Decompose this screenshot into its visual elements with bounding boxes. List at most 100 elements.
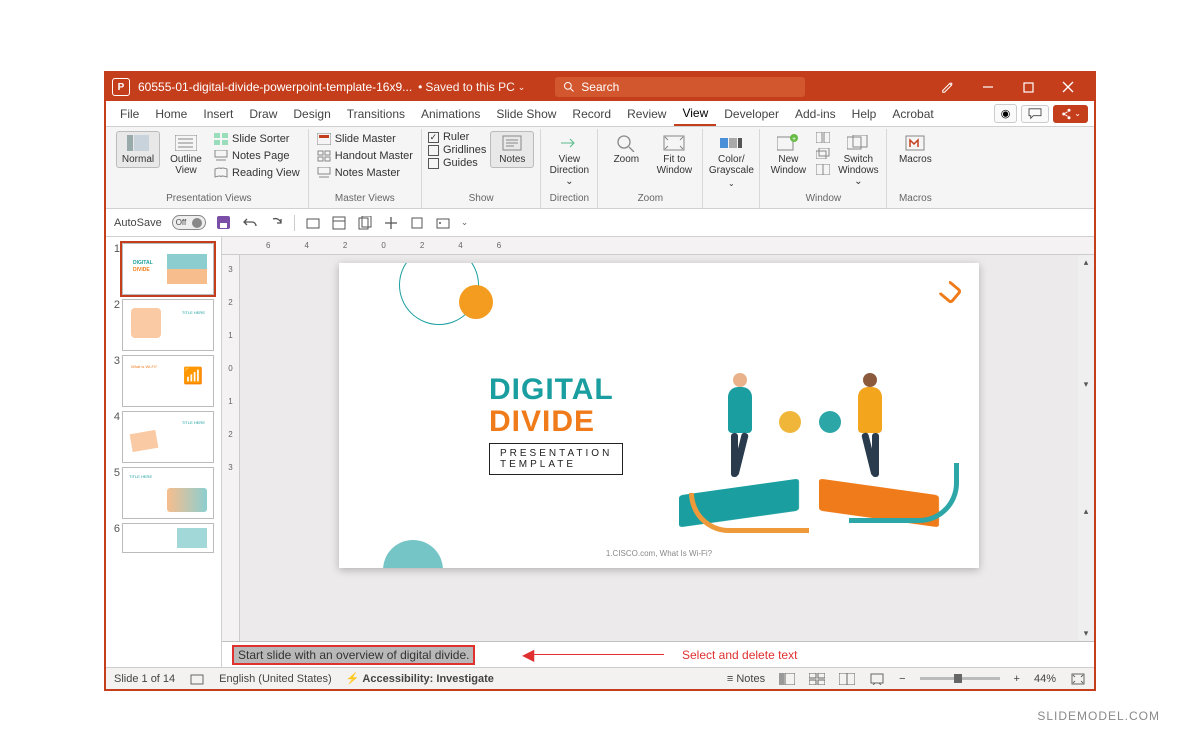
macros-button[interactable]: Macros — [893, 131, 937, 168]
notes-text[interactable]: Start slide with an overview of digital … — [232, 645, 475, 665]
comments-button[interactable] — [1021, 105, 1049, 123]
slide-title-1[interactable]: DIGITAL — [489, 373, 614, 407]
search-icon — [563, 81, 575, 93]
tab-review[interactable]: Review — [619, 101, 674, 126]
thumb-4[interactable]: TITLE HERE — [122, 411, 214, 463]
search-box[interactable]: Search — [555, 77, 805, 97]
reading-view-icon[interactable] — [839, 672, 855, 686]
save-status[interactable]: • Saved to this PC ⌄ — [418, 80, 525, 94]
thumb-6[interactable] — [122, 523, 214, 553]
normal-view-icon[interactable] — [779, 672, 795, 686]
thumbnail-pane[interactable]: 1DIGITALDIVIDE 2TITLE HERE 3What is Wi-F… — [106, 237, 222, 667]
zoom-button[interactable]: Zoom — [604, 131, 648, 168]
autosave-label: AutoSave — [114, 217, 162, 229]
move-split-button[interactable] — [814, 163, 832, 176]
slide-sorter-button[interactable]: Slide Sorter — [212, 131, 302, 147]
notes-master-button[interactable]: Notes Master — [315, 165, 415, 181]
redo-icon[interactable] — [268, 215, 284, 231]
qat-icon-3[interactable] — [357, 215, 373, 231]
person-left — [719, 373, 761, 483]
group-show: Show — [428, 192, 534, 206]
title-bar: P 60555-01-digital-divide-powerpoint-tem… — [106, 73, 1094, 101]
autosave-toggle[interactable]: Off — [172, 215, 206, 230]
vertical-scrollbar[interactable]: ▴▾▴▾ — [1078, 255, 1094, 641]
ruler-checkbox[interactable]: ✓Ruler — [428, 131, 486, 143]
tab-record[interactable]: Record — [564, 101, 619, 126]
group-direction: Direction — [547, 192, 591, 206]
slide-master-button[interactable]: Slide Master — [315, 131, 415, 147]
thumb-5[interactable]: TITLE HERE — [122, 467, 214, 519]
group-window: Window — [766, 192, 880, 206]
slide-subtitle[interactable]: PRESENTATIONTEMPLATE — [489, 443, 623, 475]
view-direction-button[interactable]: View Direction ⌄ — [547, 131, 591, 190]
slide-counter[interactable]: Slide 1 of 14 — [114, 673, 175, 685]
save-icon[interactable] — [216, 215, 232, 231]
notes-toggle[interactable]: ≡ Notes — [727, 673, 765, 685]
normal-view-button[interactable]: Normal — [116, 131, 160, 168]
tab-addins[interactable]: Add-ins — [787, 101, 844, 126]
sorter-view-icon[interactable] — [809, 672, 825, 686]
thumb-2[interactable]: TITLE HERE — [122, 299, 214, 351]
slide-1[interactable]: DIGITAL DIVIDE PRESENTATIONTEMPLATE 1.CI… — [339, 263, 979, 568]
tab-draw[interactable]: Draw — [241, 101, 285, 126]
thumb-3[interactable]: What is Wi-Fi?📶 — [122, 355, 214, 407]
slide-title-2[interactable]: DIVIDE — [489, 405, 595, 439]
guides-checkbox[interactable]: Guides — [428, 157, 486, 169]
horizontal-ruler: 6420246 — [222, 237, 1094, 255]
language-status[interactable]: English (United States) — [219, 673, 332, 685]
tab-file[interactable]: File — [112, 101, 147, 126]
tab-home[interactable]: Home — [147, 101, 195, 126]
undo-icon[interactable] — [242, 215, 258, 231]
annotation-arrow: ◀ — [522, 645, 664, 665]
qat-icon-5[interactable] — [409, 215, 425, 231]
notes-pane[interactable]: Start slide with an overview of digital … — [222, 641, 1094, 667]
zoom-slider[interactable] — [920, 677, 1000, 680]
handout-master-button[interactable]: Handout Master — [315, 148, 415, 164]
quick-access-toolbar: AutoSave Off ⌄ — [106, 209, 1094, 237]
share-button[interactable]: ⌄ — [1053, 105, 1088, 123]
close-button[interactable] — [1048, 73, 1088, 101]
qat-icon-6[interactable] — [435, 215, 451, 231]
qat-icon-2[interactable] — [331, 215, 347, 231]
slide-canvas[interactable]: DIGITAL DIVIDE PRESENTATIONTEMPLATE 1.CI… — [240, 255, 1078, 641]
thumb-1[interactable]: DIGITALDIVIDE — [122, 243, 214, 295]
maximize-button[interactable] — [1008, 73, 1048, 101]
powerpoint-icon: P — [112, 78, 130, 96]
fit-window-button[interactable]: Fit to Window — [652, 131, 696, 179]
spellcheck-icon[interactable] — [189, 672, 205, 686]
outline-view-button[interactable]: Outline View — [164, 131, 208, 179]
tab-developer[interactable]: Developer — [716, 101, 787, 126]
zoom-out[interactable]: − — [899, 673, 905, 685]
tab-design[interactable]: Design — [285, 101, 338, 126]
tab-help[interactable]: Help — [844, 101, 885, 126]
arrange-all-button[interactable] — [814, 131, 832, 144]
qat-icon-4[interactable] — [383, 215, 399, 231]
tab-transitions[interactable]: Transitions — [339, 101, 413, 126]
color-grayscale-button[interactable]: Color/ Grayscale⌄ — [709, 131, 753, 192]
record-indicator-button[interactable]: ◉ — [994, 104, 1018, 123]
reading-view-button[interactable]: Reading View — [212, 165, 302, 181]
pen-icon[interactable] — [928, 73, 968, 101]
slideshow-icon[interactable] — [869, 672, 885, 686]
zoom-level[interactable]: 44% — [1034, 673, 1056, 685]
qat-overflow[interactable]: ⌄ — [461, 217, 469, 228]
tab-insert[interactable]: Insert — [195, 101, 241, 126]
minimize-button[interactable] — [968, 73, 1008, 101]
plug-orange — [779, 411, 801, 433]
notes-button[interactable]: Notes — [490, 131, 534, 168]
switch-windows-button[interactable]: Switch Windows ⌄ — [836, 131, 880, 190]
notes-page-button[interactable]: Notes Page — [212, 148, 302, 164]
document-title: 60555-01-digital-divide-powerpoint-templ… — [138, 80, 412, 94]
tab-animations[interactable]: Animations — [413, 101, 488, 126]
tab-slideshow[interactable]: Slide Show — [488, 101, 564, 126]
accessibility-status[interactable]: ⚡ Accessibility: Investigate — [346, 672, 494, 685]
qat-icon-1[interactable] — [305, 215, 321, 231]
tab-view[interactable]: View — [674, 101, 716, 126]
cascade-button[interactable] — [814, 147, 832, 160]
zoom-in[interactable]: + — [1014, 673, 1020, 685]
new-window-button[interactable]: +New Window — [766, 131, 810, 179]
svg-text:+: + — [792, 136, 796, 143]
tab-acrobat[interactable]: Acrobat — [884, 101, 941, 126]
fit-icon[interactable] — [1070, 672, 1086, 686]
gridlines-checkbox[interactable]: Gridlines — [428, 144, 486, 156]
